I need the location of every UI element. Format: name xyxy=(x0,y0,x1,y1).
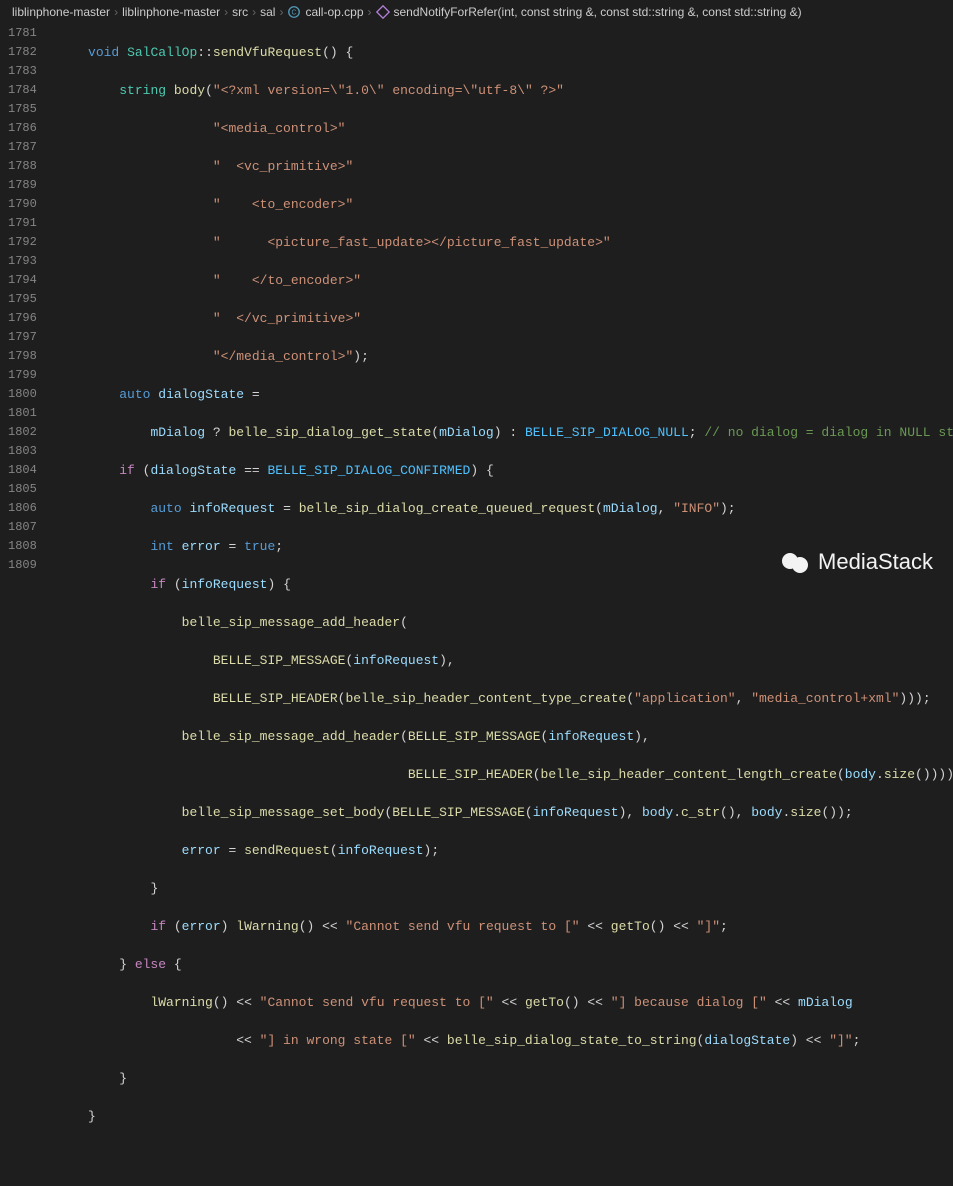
breadcrumb-symbol[interactable]: sendNotifyForRefer(int, const string &, … xyxy=(394,5,802,19)
wechat-icon xyxy=(782,553,812,571)
cpp-file-icon: C xyxy=(287,5,301,19)
chevron-right-icon: › xyxy=(224,5,228,19)
breadcrumb-item[interactable]: sal xyxy=(260,5,275,19)
chevron-right-icon: › xyxy=(252,5,256,19)
breadcrumb-file[interactable]: call-op.cpp xyxy=(305,5,363,19)
code-area[interactable]: void SalCallOp::sendVfuRequest() { strin… xyxy=(57,24,953,593)
svg-text:C: C xyxy=(292,10,297,17)
line-number-gutter: 1781178217831784178517861787178817891790… xyxy=(0,24,57,593)
breadcrumb-item[interactable]: src xyxy=(232,5,248,19)
chevron-right-icon: › xyxy=(279,5,283,19)
breadcrumb-item[interactable]: liblinphone-master xyxy=(12,5,110,19)
method-icon xyxy=(376,5,390,19)
watermark: MediaStack xyxy=(782,549,933,575)
breadcrumb[interactable]: liblinphone-master › liblinphone-master … xyxy=(0,0,953,24)
chevron-right-icon: › xyxy=(368,5,372,19)
code-editor[interactable]: 1781178217831784178517861787178817891790… xyxy=(0,24,953,593)
chevron-right-icon: › xyxy=(114,5,118,19)
breadcrumb-item[interactable]: liblinphone-master xyxy=(122,5,220,19)
watermark-text: MediaStack xyxy=(818,549,933,575)
